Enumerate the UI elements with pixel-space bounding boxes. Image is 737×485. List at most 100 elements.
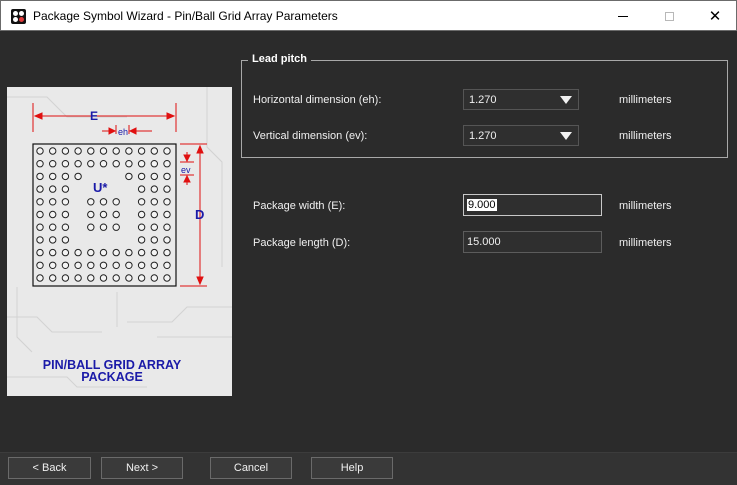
maximize-icon <box>664 11 674 21</box>
cancel-button[interactable]: Cancel <box>210 457 292 479</box>
ball-pad <box>74 160 82 168</box>
ball-pad <box>125 274 133 282</box>
horizontal-dimension-dropdown[interactable]: 1.270 <box>463 89 579 110</box>
wizard-app-icon <box>11 9 26 24</box>
ball-pad <box>61 261 70 270</box>
ball-pad <box>99 274 108 282</box>
ball-pad <box>163 160 171 168</box>
ball-pad <box>87 274 95 282</box>
ball-pad <box>112 248 120 257</box>
ball-pad <box>137 248 146 257</box>
ball-pad <box>99 223 108 231</box>
ball-pad <box>74 274 82 282</box>
ball-pad <box>49 210 57 219</box>
ball-pad <box>36 210 44 219</box>
ball-pad <box>61 147 70 155</box>
ball-pad <box>112 223 120 231</box>
ball-pad <box>163 185 171 193</box>
ball-pad <box>99 160 108 168</box>
designator-label: U* <box>93 180 108 195</box>
dim-ev-label: ev <box>181 165 191 175</box>
ball-pad <box>163 172 171 181</box>
maximize-button[interactable] <box>646 1 692 31</box>
ball-pad <box>163 198 171 206</box>
ball-pad <box>137 210 146 219</box>
ball-pad <box>49 248 57 257</box>
horizontal-dimension-value: 1.270 <box>469 94 497 106</box>
close-icon: ✕ <box>708 8 722 25</box>
ball-pad <box>49 198 57 206</box>
ball-pad <box>74 261 82 270</box>
ball-pad <box>99 210 108 219</box>
ball-pad <box>36 172 44 181</box>
next-button[interactable]: Next > <box>101 457 183 479</box>
ball-pad <box>125 261 133 270</box>
ball-pad <box>150 185 159 193</box>
ball-pad <box>137 160 146 168</box>
ball-pad <box>125 160 133 168</box>
ball-pad <box>150 236 159 244</box>
package-preview-image: E eh ev D U* PIN/BALL GRID ARRAY PACKAGE <box>7 87 232 396</box>
ball-pad <box>49 261 57 270</box>
ball-pad <box>112 147 120 155</box>
ball-pad <box>61 274 70 282</box>
ball-pad <box>125 248 133 257</box>
ball-pad <box>137 274 146 282</box>
ball-pad <box>36 261 44 270</box>
dim-eh-label: eh <box>118 127 128 137</box>
horizontal-dimension-unit: millimeters <box>619 94 672 106</box>
ball-pad <box>87 223 95 231</box>
package-length-input[interactable]: 15.000 <box>463 231 602 253</box>
chevron-down-icon <box>560 132 572 140</box>
minimize-icon <box>618 15 628 17</box>
ball-pad <box>99 198 108 206</box>
ball-pad <box>74 147 82 155</box>
ball-pad <box>61 198 70 206</box>
minimize-button[interactable] <box>600 1 646 31</box>
package-width-input[interactable]: 9.000 <box>463 194 602 216</box>
ball-pad <box>150 172 159 181</box>
ball-pad <box>163 274 171 282</box>
ball-pad <box>99 261 108 270</box>
close-button[interactable]: ✕ <box>692 1 737 31</box>
ball-pad <box>61 236 70 244</box>
ball-pad <box>49 160 57 168</box>
ball-pad <box>36 185 44 193</box>
ball-pad <box>61 210 70 219</box>
ball-pad <box>61 223 70 231</box>
ball-pad <box>49 236 57 244</box>
ball-pad <box>99 147 108 155</box>
ball-pad <box>49 185 57 193</box>
ball-pad <box>99 248 108 257</box>
ball-pad <box>112 160 120 168</box>
ball-pad <box>137 185 146 193</box>
package-length-value: 15.000 <box>467 236 501 248</box>
vertical-dimension-dropdown[interactable]: 1.270 <box>463 125 579 146</box>
ball-pad <box>74 172 82 181</box>
ball-pad <box>150 223 159 231</box>
bga-diagram: E eh ev D U* PIN/BALL GRID ARRAY PACKAGE <box>7 87 232 388</box>
ball-pad <box>137 261 146 270</box>
ball-pad <box>150 274 159 282</box>
ball-pad <box>163 223 171 231</box>
package-length-label: Package length (D): <box>253 237 351 249</box>
back-button[interactable]: < Back <box>8 457 91 479</box>
ball-pad <box>49 223 57 231</box>
package-width-unit: millimeters <box>619 200 672 212</box>
lead-pitch-title: Lead pitch <box>248 53 312 65</box>
ball-pad <box>112 261 120 270</box>
vertical-dimension-label: Vertical dimension (ev): <box>253 130 368 142</box>
ball-pad <box>36 274 44 282</box>
ball-pad <box>150 160 159 168</box>
dim-d-label: D <box>195 207 204 222</box>
help-button[interactable]: Help <box>311 457 393 479</box>
ball-pad <box>112 210 120 219</box>
ball-pad <box>87 198 95 206</box>
ball-pad <box>61 172 70 181</box>
package-length-unit: millimeters <box>619 237 672 249</box>
ball-pad <box>87 160 95 168</box>
ball-pad <box>137 198 146 206</box>
ball-pad <box>150 261 159 270</box>
ball-pad <box>125 172 133 181</box>
ball-pad <box>61 248 70 257</box>
